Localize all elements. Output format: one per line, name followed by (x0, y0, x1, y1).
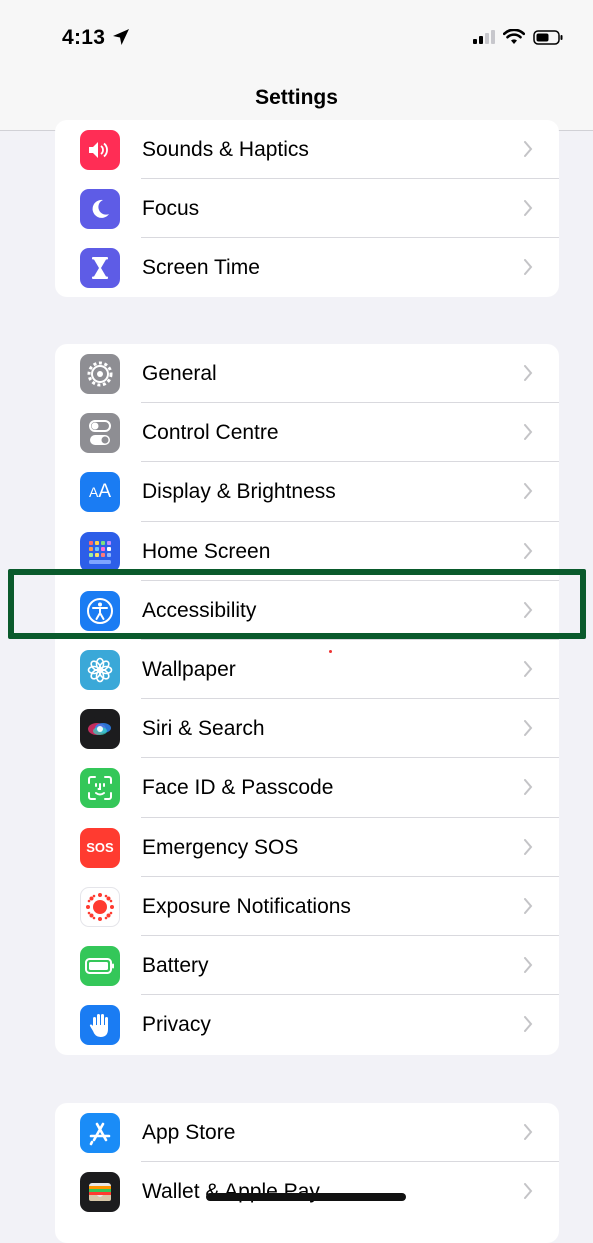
settings-group-store: App Store Wallet & Apple Pay (55, 1103, 559, 1243)
settings-row-label: Emergency SOS (142, 835, 299, 859)
settings-row-label: Privacy (142, 1013, 211, 1037)
hand-icon (80, 1005, 120, 1046)
chevron-right-icon (524, 483, 533, 500)
home-indicator[interactable] (206, 1193, 406, 1201)
settings-row-battery[interactable]: Battery (55, 936, 559, 996)
chevron-right-icon (524, 779, 533, 796)
settings-row-label: Siri & Search (142, 717, 265, 741)
settings-row-accessibility[interactable]: Accessibility (55, 581, 559, 640)
settings-row-emergency-sos[interactable]: SOS Emergency SOS (55, 818, 559, 877)
moon-icon (80, 189, 120, 230)
settings-row-display-brightness[interactable]: AA Display & Brightness (55, 462, 559, 522)
settings-row-focus[interactable]: Focus (55, 179, 559, 239)
settings-group-notifications: Sounds & Haptics Focus Screen Time (55, 120, 559, 297)
hourglass-icon (80, 248, 120, 289)
chevron-right-icon (524, 838, 533, 855)
settings-row-label: Focus (142, 197, 200, 221)
chevron-right-icon (524, 720, 533, 737)
settings-row-label: Battery (142, 953, 209, 977)
chevron-right-icon (524, 200, 533, 217)
siri-icon (80, 709, 120, 750)
settings-row-label: Wallpaper (142, 657, 236, 681)
settings-row-general[interactable]: General (55, 344, 559, 404)
settings-row-label: Home Screen (142, 539, 271, 563)
wallet-icon (80, 1172, 120, 1213)
chevron-right-icon (524, 542, 533, 559)
settings-row-wallpaper[interactable]: Wallpaper (55, 640, 559, 700)
settings-row-face-id-passcode[interactable]: Face ID & Passcode (55, 758, 559, 818)
location-arrow-icon (112, 28, 130, 51)
grid-icon (80, 531, 120, 572)
sos-icon: SOS (80, 827, 120, 868)
chevron-right-icon (524, 601, 533, 618)
chevron-right-icon (524, 141, 533, 157)
chevron-right-icon (524, 1016, 533, 1033)
chevron-right-icon (524, 1183, 533, 1200)
settings-row-label: Exposure Notifications (142, 894, 351, 918)
chevron-right-icon (524, 259, 533, 276)
speaker-icon (80, 130, 120, 170)
page-title: Settings (255, 86, 338, 109)
exposure-icon (80, 886, 120, 927)
flower-icon (80, 649, 120, 690)
battery-status-icon (533, 29, 563, 50)
gear-icon (80, 354, 120, 394)
settings-row-label: Display & Brightness (142, 480, 336, 504)
chevron-right-icon (524, 660, 533, 677)
status-time: 4:13 (62, 26, 106, 49)
settings-row-label: Control Centre (142, 421, 279, 445)
sos-icon-text: SOS (86, 840, 114, 855)
settings-row-label: Wallet & Apple Pay (142, 1180, 320, 1204)
toggles-icon (80, 413, 120, 454)
settings-row-control-centre[interactable]: Control Centre (55, 403, 559, 463)
chevron-right-icon (524, 365, 533, 381)
chevron-right-icon (524, 956, 533, 973)
face-id-icon (80, 768, 120, 809)
app-store-icon (80, 1113, 120, 1153)
settings-row-home-screen[interactable]: Home Screen (55, 522, 559, 581)
settings-row-exposure-notifications[interactable]: Exposure Notifications (55, 877, 559, 936)
navigation-bar: 4:13 Settings (0, 0, 593, 131)
settings-row-wallet-apple-pay[interactable]: Wallet & Apple Pay (55, 1162, 559, 1221)
tap-indicator-dot (329, 650, 332, 653)
aa-icon: AA (80, 472, 120, 513)
cellular-signal-icon (473, 30, 495, 49)
settings-row-label: App Store (142, 1121, 236, 1144)
status-indicators (473, 28, 563, 50)
wifi-icon (502, 28, 526, 50)
accessibility-icon (80, 590, 120, 631)
settings-row-label: Accessibility (142, 598, 257, 622)
settings-row-app-store[interactable]: App Store (55, 1103, 559, 1163)
settings-row-label: Screen Time (142, 256, 260, 280)
chevron-right-icon (524, 897, 533, 914)
battery-icon (80, 945, 120, 986)
settings-row-privacy[interactable]: Privacy (55, 995, 559, 1054)
settings-row-sounds-haptics[interactable]: Sounds & Haptics (55, 120, 559, 180)
chevron-right-icon (524, 424, 533, 441)
settings-row-label: Sounds & Haptics (142, 138, 309, 161)
settings-group-system: General Control Centre AA Display & Brig… (55, 344, 559, 1055)
settings-row-screen-time[interactable]: Screen Time (55, 238, 559, 297)
settings-row-label: Face ID & Passcode (142, 776, 334, 800)
chevron-right-icon (524, 1124, 533, 1140)
settings-row-label: General (142, 362, 217, 385)
settings-row-siri-search[interactable]: Siri & Search (55, 699, 559, 759)
